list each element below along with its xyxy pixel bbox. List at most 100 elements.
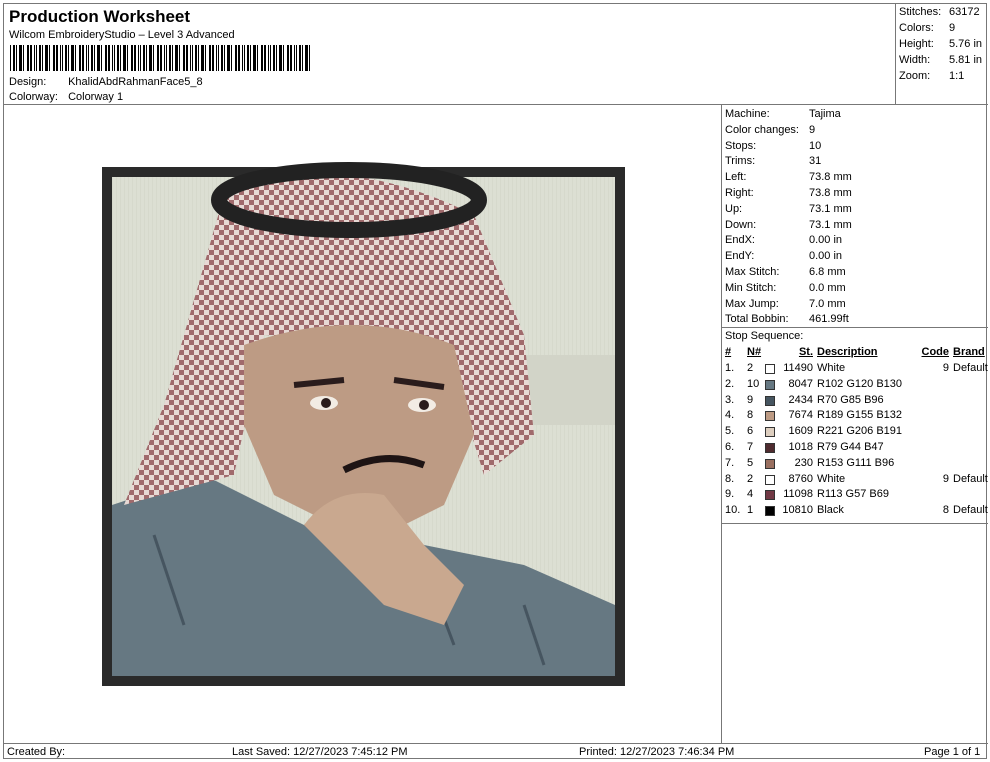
barcode-bar <box>186 45 188 71</box>
barcode-bar <box>56 45 58 71</box>
info-label: Total Bobbin: <box>725 313 789 326</box>
barcode-bar <box>247 45 249 71</box>
barcode-bar <box>146 45 147 71</box>
stitch-count: 230 <box>794 456 813 469</box>
stop-sequence-header: # N# St. Description Code Brand <box>725 346 985 358</box>
barcode-bar <box>279 45 282 71</box>
color-brand: Default <box>953 504 988 517</box>
barcode-bar <box>198 45 199 71</box>
stop-index: 8. <box>725 472 735 485</box>
stitch-count: 11098 <box>783 488 813 501</box>
barcode-bar <box>117 45 119 71</box>
barcode-bar <box>23 45 24 71</box>
info-value: 10 <box>809 139 822 152</box>
stop-row: 3. 9 2434 R70 G85 B96 <box>725 394 987 409</box>
stop-index: 2. <box>725 377 735 390</box>
barcode-bar <box>276 45 277 71</box>
barcode-bar <box>140 45 141 71</box>
machine-info-row: Max Stitch: 6.8 mm <box>725 266 846 278</box>
barcode-bar <box>268 45 269 71</box>
stop-index: 9. <box>725 488 735 501</box>
barcode-bar <box>13 45 15 71</box>
divider <box>722 523 988 524</box>
needle-number: 5 <box>747 456 754 469</box>
color-swatch <box>765 474 775 485</box>
header-panel: Production Worksheet Wilcom EmbroiderySt… <box>4 4 896 105</box>
barcode-bar <box>19 45 22 71</box>
barcode-bar <box>27 45 29 71</box>
machine-info-row: Up: 73.1 mm <box>725 203 852 215</box>
stop-index: 1. <box>725 362 735 374</box>
info-label: Stops: <box>725 139 757 152</box>
barcode-bar <box>60 45 61 71</box>
needle-number: 6 <box>747 425 754 438</box>
barcode-bar <box>257 45 258 71</box>
barcode-bar <box>131 45 133 71</box>
machine-info-row: Down: 73.1 mm <box>725 219 852 231</box>
barcode-bar <box>299 45 301 71</box>
barcode-bar <box>79 45 81 71</box>
barcode-bar <box>86 45 87 71</box>
last-saved: Last Saved: 12/27/2023 7:45:12 PM <box>232 746 408 758</box>
printed-date: Printed: 12/27/2023 7:46:34 PM <box>579 746 735 758</box>
machine-info-row: Stops: 10 <box>725 140 821 152</box>
stop-row: 6. 7 1018 R79 G44 B47 <box>725 441 987 456</box>
info-label: Up: <box>725 202 743 215</box>
stitch-count: 11490 <box>783 362 813 374</box>
info-value: 73.1 mm <box>809 202 852 215</box>
stitch-count: 7674 <box>788 409 813 422</box>
machine-info-row: Machine: Tajima <box>725 108 841 120</box>
barcode-bar <box>296 45 297 71</box>
barcode-bar <box>205 45 206 71</box>
barcode-bar <box>305 45 308 71</box>
stat-height: Height: 5.76 in <box>899 38 983 50</box>
stop-index: 6. <box>725 441 735 453</box>
barcode-bar <box>287 45 289 71</box>
info-value: 7.0 mm <box>809 297 846 310</box>
color-swatch <box>765 490 775 501</box>
barcode-bar <box>97 45 100 71</box>
barcode-bar <box>45 45 48 71</box>
stitch-count: 1609 <box>788 425 813 438</box>
info-value: 0.0 mm <box>809 281 846 294</box>
barcode-bar <box>65 45 67 71</box>
footer: Created By: Last Saved: 12/27/2023 7:45:… <box>4 743 988 760</box>
info-label: Right: <box>725 187 754 199</box>
stop-row: 9. 4 11098 R113 G57 B69 <box>725 488 987 503</box>
barcode-bar <box>127 45 128 71</box>
design-value: KhalidAbdRahmanFace5_8 <box>68 76 203 88</box>
barcode-bar <box>221 45 223 71</box>
stop-sequence-title: Stop Sequence: <box>725 330 804 342</box>
barcode-bar <box>169 45 171 71</box>
stitch-count: 1018 <box>788 441 813 453</box>
color-brand: Default <box>953 362 988 374</box>
machine-info-row: Total Bobbin: 461.99ft <box>725 313 849 325</box>
barcode-bar <box>30 45 32 71</box>
barcode-bar <box>172 45 173 71</box>
barcode-bar <box>91 45 93 71</box>
color-description: R70 G85 B96 <box>817 393 884 406</box>
barcode-bar <box>227 45 230 71</box>
info-value: 73.8 mm <box>809 187 852 199</box>
barcode-bar <box>212 45 214 71</box>
color-swatch <box>765 395 775 406</box>
info-label: Trims: <box>725 155 756 168</box>
barcode-bar <box>134 45 136 71</box>
color-description: R221 G206 B191 <box>817 425 903 438</box>
barcode-bar <box>75 45 76 71</box>
barcode-bar <box>49 45 50 71</box>
info-value: Tajima <box>809 108 841 120</box>
colorway-row: Colorway: Colorway 1 <box>9 91 123 103</box>
barcode-bar <box>166 45 167 71</box>
stat-zoom: Zoom: 1:1 <box>899 70 965 82</box>
barcode-bar <box>294 45 295 71</box>
info-value: 73.8 mm <box>809 171 852 184</box>
color-swatch <box>765 443 775 453</box>
machine-info-row: Trims: 31 <box>725 155 821 167</box>
barcode-bar <box>242 45 243 71</box>
color-swatch <box>765 411 775 422</box>
software-name: Wilcom EmbroideryStudio – Level 3 Advanc… <box>9 29 235 41</box>
barcode-bar <box>231 45 232 71</box>
machine-info-row: EndX: 0.00 in <box>725 234 842 246</box>
machine-info-row: EndY: 0.00 in <box>725 250 842 262</box>
